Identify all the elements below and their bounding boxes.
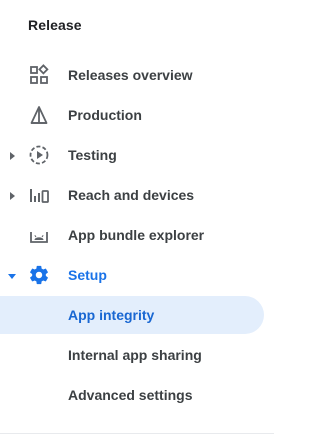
caret-right-icon[interactable] bbox=[6, 149, 18, 161]
nav-item-label: Setup bbox=[68, 267, 107, 283]
production-icon bbox=[28, 104, 50, 126]
nav-subitem-advanced-settings[interactable]: Advanced settings bbox=[0, 376, 264, 414]
nav-item-label: App bundle explorer bbox=[68, 227, 205, 243]
nav-item-label: Releases overview bbox=[68, 67, 193, 83]
dashboard-icon bbox=[28, 64, 50, 86]
nav-item-testing[interactable]: Testing bbox=[0, 136, 264, 174]
section-title-release: Release bbox=[28, 17, 82, 33]
nav-item-releases-overview[interactable]: Releases overview bbox=[0, 56, 264, 94]
nav-subitem-internal-app-sharing[interactable]: Internal app sharing bbox=[0, 336, 264, 374]
release-sidebar-nav: Release Releases overview Production Tes… bbox=[0, 0, 274, 434]
nav-item-reach-and-devices[interactable]: Reach and devices bbox=[0, 176, 264, 214]
nav-subitem-app-integrity[interactable]: App integrity bbox=[0, 296, 264, 334]
nav-subitem-label: App integrity bbox=[68, 307, 155, 323]
caret-down-icon[interactable] bbox=[6, 269, 18, 281]
bar-chart-devices-icon bbox=[28, 184, 50, 206]
nav-subitem-label: Advanced settings bbox=[68, 387, 193, 403]
testing-play-icon bbox=[28, 144, 50, 166]
caret-right-icon[interactable] bbox=[6, 189, 18, 201]
nav-item-app-bundle-explorer[interactable]: App bundle explorer bbox=[0, 216, 264, 254]
nav-item-label: Testing bbox=[68, 147, 117, 163]
nav-item-label: Production bbox=[68, 107, 142, 123]
gear-icon bbox=[28, 264, 50, 286]
nav-item-label: Reach and devices bbox=[68, 187, 195, 203]
nav-subitem-label: Internal app sharing bbox=[68, 347, 202, 363]
nav-item-production[interactable]: Production bbox=[0, 96, 264, 134]
nav-item-setup[interactable]: Setup bbox=[0, 256, 264, 294]
android-bundle-icon bbox=[28, 224, 50, 246]
